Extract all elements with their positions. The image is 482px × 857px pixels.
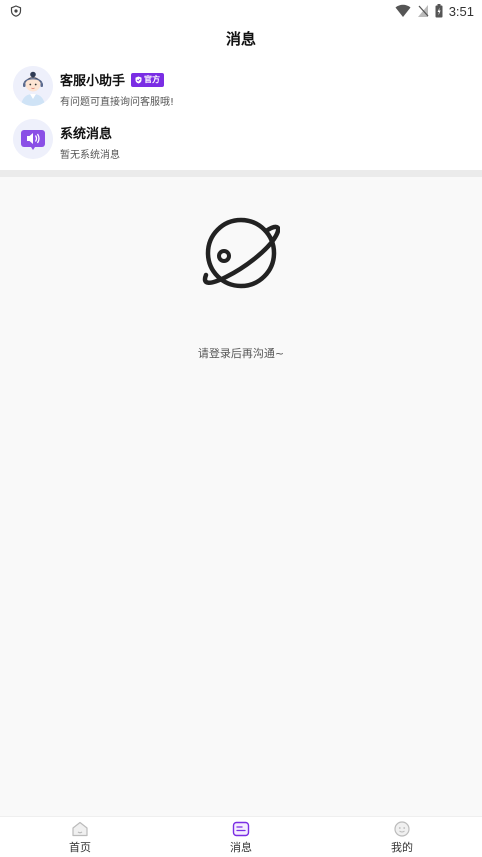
shield-badge-icon <box>135 76 142 83</box>
speaker-icon <box>13 119 53 159</box>
customer-service-agent-icon <box>13 66 53 106</box>
message-item-title: 客服小助手 官方 <box>60 70 165 89</box>
status-time: 3:51 <box>448 3 474 19</box>
profile-icon <box>394 821 410 837</box>
bottom-tab-bar: 首页 消息 我的 <box>0 816 482 857</box>
header: 消息 <box>0 22 482 56</box>
message-list: 客服小助手 官方 有问题可直接询问客服哦! 系统消息 暂无系统消息 <box>0 56 482 170</box>
customer-service-title: 客服小助手 <box>60 74 126 89</box>
message-item-customer-service[interactable]: 客服小助手 官方 有问题可直接询问客服哦! <box>0 60 482 112</box>
home-icon <box>72 821 88 837</box>
customer-service-avatar <box>13 66 53 106</box>
customer-service-subtitle: 有问题可直接询问客服哦! <box>60 97 175 108</box>
tab-profile-label: 我的 <box>391 841 413 854</box>
section-divider <box>0 170 482 177</box>
tab-profile[interactable]: 我的 <box>362 817 442 857</box>
page-title: 消息 <box>225 30 256 48</box>
message-icon <box>232 821 250 837</box>
battery-icon <box>435 4 443 18</box>
planet-icon <box>202 217 280 289</box>
tab-messages[interactable]: 消息 <box>201 817 281 857</box>
no-signal-icon <box>417 5 429 17</box>
status-bar: 3:51 <box>0 0 482 22</box>
badge-label: 官方 <box>144 74 161 84</box>
wifi-icon <box>395 4 411 17</box>
tab-home-label: 首页 <box>69 841 91 854</box>
system-message-title: 系统消息 <box>60 127 113 142</box>
official-badge: 官方 <box>131 72 165 87</box>
shield-icon <box>10 5 22 17</box>
system-message-avatar <box>13 119 53 159</box>
message-item-system[interactable]: 系统消息 暂无系统消息 <box>0 113 482 165</box>
tab-messages-label: 消息 <box>230 841 252 854</box>
tab-home[interactable]: 首页 <box>40 817 120 857</box>
message-item-title: 系统消息 <box>60 123 112 142</box>
system-message-subtitle: 暂无系统消息 <box>60 150 120 161</box>
empty-state-text: 请登录后再沟通~ <box>197 347 285 360</box>
